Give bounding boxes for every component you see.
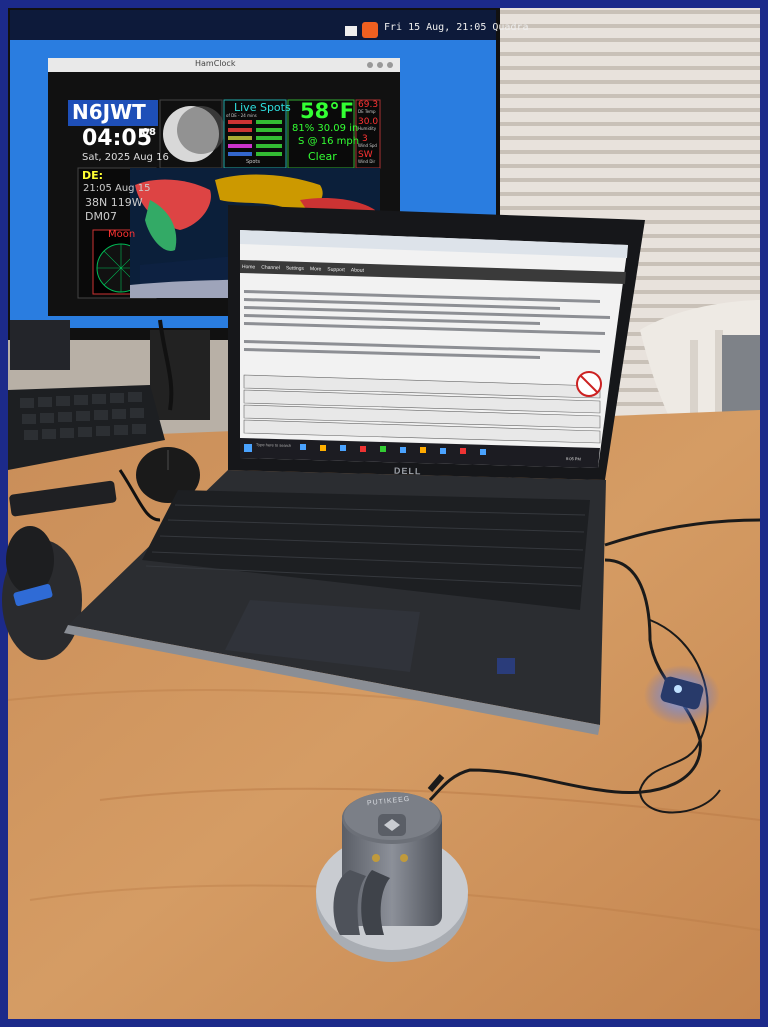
dell-logo: DELL bbox=[393, 465, 422, 477]
utc-date: Sat, 2025 Aug 16 bbox=[82, 152, 169, 163]
blue-led-icon bbox=[674, 685, 682, 693]
humidity-label: Humidity bbox=[358, 126, 377, 131]
temperature: 58°F bbox=[300, 99, 355, 123]
humidity-pressure: 81% 30.09 in bbox=[292, 123, 359, 134]
wind-speed-label: Wind Spd bbox=[358, 143, 377, 148]
desktop-clock: Fri 15 Aug, 21:05 Quadra bbox=[384, 22, 529, 33]
wind: S @ 16 mph bbox=[298, 136, 360, 147]
nav-channel[interactable]: Channel bbox=[261, 265, 280, 272]
live-spots-title: Live Spots bbox=[234, 101, 291, 114]
latlong: 38N 119W bbox=[85, 196, 143, 209]
window-icon bbox=[345, 26, 357, 36]
intel-sticker bbox=[497, 658, 515, 674]
de-temp-label: DE Temp bbox=[358, 109, 376, 114]
taskbar-clock: 9:05 PM bbox=[565, 456, 581, 462]
wind-dir-label: Wind Dir bbox=[358, 159, 376, 164]
spots-label: Spots bbox=[246, 159, 260, 165]
windows-start-icon bbox=[244, 444, 252, 452]
datetime-text: Fri 15 Aug, 21:05 bbox=[384, 22, 487, 33]
local-time: 21:05 Aug 15 bbox=[83, 183, 151, 194]
nav-support[interactable]: Support bbox=[327, 267, 345, 274]
nav-more[interactable]: More bbox=[310, 266, 322, 272]
grid-square: DM07 bbox=[85, 210, 117, 223]
utc-seconds: 08 bbox=[142, 127, 156, 138]
callsign: N6JWT bbox=[72, 100, 146, 124]
nav-settings[interactable]: Settings bbox=[286, 265, 304, 272]
conditions: Clear bbox=[308, 150, 337, 163]
desk-device bbox=[10, 320, 70, 370]
monitor-stand bbox=[150, 330, 210, 420]
hamclock-title: HamClock bbox=[195, 59, 236, 68]
moon-label: Moon bbox=[108, 229, 136, 240]
photo-scene: Fri 15 Aug, 21:05 Quadra HamClock N6JWT … bbox=[0, 0, 768, 1027]
browser-icon bbox=[362, 22, 378, 38]
nav-about[interactable]: About bbox=[351, 267, 364, 273]
de-label: DE: bbox=[82, 169, 104, 182]
live-spots-subtitle: of DE - 24 mins bbox=[226, 113, 257, 118]
nav-home[interactable]: Home bbox=[242, 264, 256, 270]
network-label: Quadra bbox=[492, 22, 529, 33]
taskbar-search[interactable]: Type here to search bbox=[256, 442, 291, 448]
